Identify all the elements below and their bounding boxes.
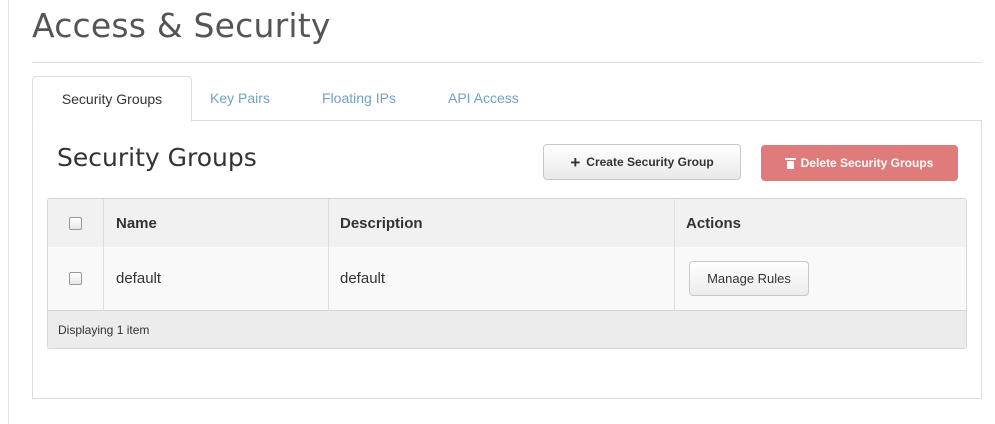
page-title: Access & Security bbox=[32, 6, 331, 45]
select-all-checkbox[interactable] bbox=[69, 216, 82, 230]
tab-key-pairs[interactable]: Key Pairs bbox=[210, 76, 270, 120]
trash-icon bbox=[784, 157, 796, 169]
column-header-actions: Actions bbox=[686, 214, 742, 232]
tab-security-groups[interactable]: Security Groups bbox=[32, 76, 192, 122]
table-header-row: Name Description Actions bbox=[48, 199, 966, 248]
delete-security-groups-button[interactable]: Delete Security Groups bbox=[761, 145, 958, 181]
tab-panel: Security Groups + Create Security Group … bbox=[32, 120, 982, 399]
delete-security-groups-label: Delete Security Groups bbox=[800, 156, 934, 170]
row-name: default bbox=[104, 247, 329, 310]
item-count: Displaying 1 item bbox=[58, 323, 150, 337]
tab-bar: Security Groups Key Pairs Floating IPs A… bbox=[32, 76, 982, 122]
column-header-description[interactable]: Description bbox=[329, 199, 675, 247]
plus-icon: + bbox=[570, 152, 581, 172]
tab-floating-ips[interactable]: Floating IPs bbox=[322, 76, 396, 120]
table-row: default default Manage Rules bbox=[48, 247, 966, 311]
section-title: Security Groups bbox=[57, 143, 257, 172]
column-header-name[interactable]: Name bbox=[104, 199, 329, 247]
table-footer: Displaying 1 item bbox=[48, 311, 966, 348]
row-actions: Manage Rules bbox=[675, 247, 966, 310]
row-checkbox[interactable] bbox=[69, 272, 82, 285]
create-security-group-button[interactable]: + Create Security Group bbox=[543, 144, 741, 180]
row-select-cell bbox=[48, 247, 104, 310]
select-all-cell bbox=[48, 199, 104, 247]
create-security-group-label: Create Security Group bbox=[586, 155, 714, 169]
row-description: default bbox=[329, 247, 675, 310]
security-groups-table: Name Description Actions default default… bbox=[47, 198, 967, 349]
tab-api-access[interactable]: API Access bbox=[448, 76, 519, 120]
page-left-border bbox=[8, 0, 9, 424]
manage-rules-button[interactable]: Manage Rules bbox=[689, 261, 809, 296]
title-divider bbox=[32, 62, 982, 63]
